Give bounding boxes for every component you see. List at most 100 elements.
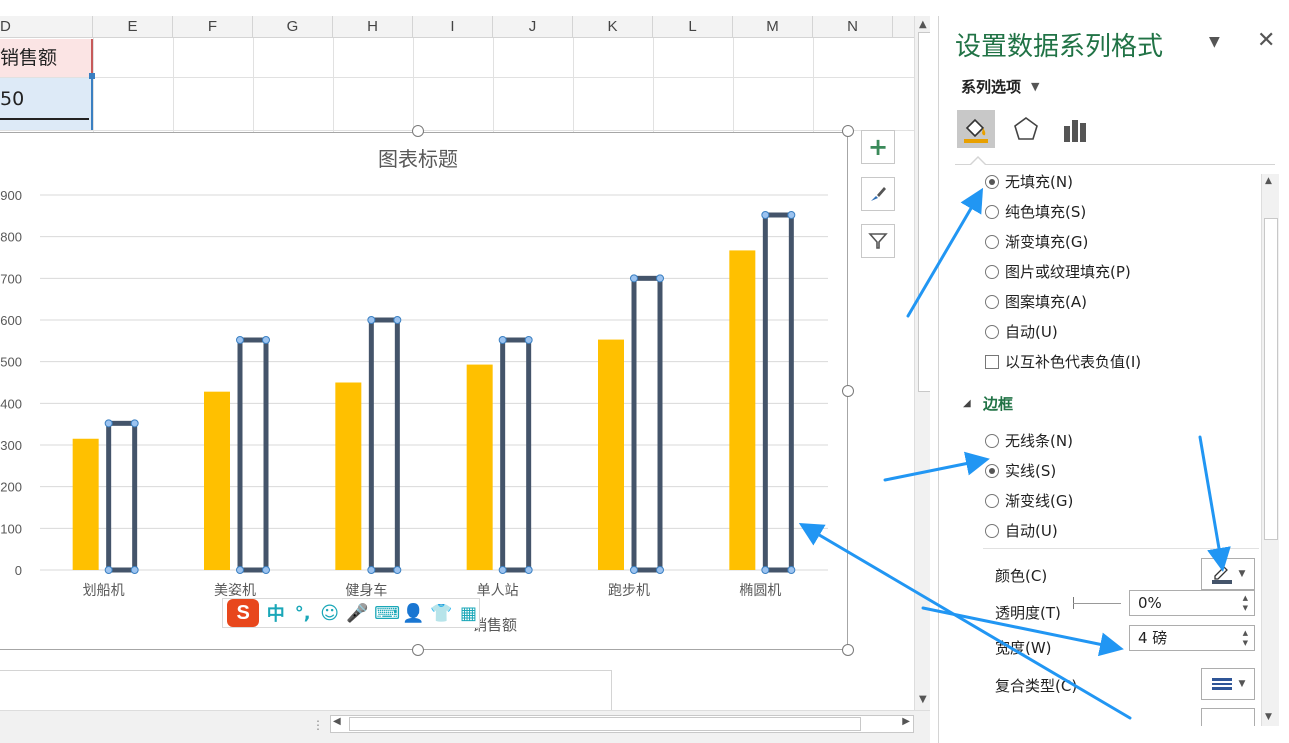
ime-keyboard-icon[interactable]: ⌨	[374, 603, 400, 624]
y-tick-label: 600	[0, 313, 22, 328]
radio-dot[interactable]	[985, 463, 999, 478]
spinner-icon[interactable]: ▲ ▼	[1243, 628, 1248, 648]
bar-series1	[729, 250, 756, 570]
resize-handle-top-right[interactable]	[842, 125, 854, 137]
split-handle-icon[interactable]: ⋮	[312, 718, 324, 732]
x-tick-label: 健身车	[345, 582, 387, 599]
scroll-up-icon[interactable]: ▲	[1265, 176, 1272, 186]
radio-no-line[interactable]: 无线条(N)	[985, 430, 1073, 451]
collapse-caret-icon[interactable]: ◢	[963, 398, 971, 409]
pane-scrollbar[interactable]: ▲ ▼	[1261, 174, 1279, 726]
resize-handle-bottom[interactable]	[412, 644, 424, 656]
radio-dot[interactable]	[985, 523, 999, 538]
radio-dot[interactable]	[985, 234, 999, 249]
pen-color-icon	[1211, 566, 1232, 584]
radio-solid-line[interactable]: 实线(S)	[985, 460, 1056, 481]
column-header-l[interactable]: L	[653, 16, 733, 38]
column-header-d[interactable]: D	[0, 16, 93, 38]
cell-d1[interactable]: 销售额	[0, 39, 93, 77]
ime-toolbox-icon[interactable]: ▦	[458, 603, 479, 624]
y-tick-label: 700	[0, 271, 22, 286]
ime-voice-icon[interactable]: 🎤	[346, 603, 368, 624]
chevron-down-icon[interactable]: ▼	[1031, 80, 1039, 93]
series-options-tab[interactable]	[1057, 110, 1095, 148]
column-header-h[interactable]: H	[333, 16, 413, 38]
radio-no-fill[interactable]: 无填充(N)	[985, 171, 1073, 192]
column-header-m[interactable]: M	[733, 16, 813, 38]
close-icon[interactable]: ✕	[1257, 28, 1275, 53]
column-header-n[interactable]: N	[813, 16, 893, 38]
color-picker-button[interactable]: ▼	[1201, 558, 1255, 590]
cell-d1-text: 销售额	[0, 47, 58, 69]
column-header-i[interactable]: I	[413, 16, 493, 38]
transparency-input[interactable]: 0% ▲ ▼	[1129, 590, 1255, 616]
chart-filters-button[interactable]	[861, 224, 895, 258]
border-section-header[interactable]: 边框	[983, 393, 1013, 414]
horizontal-scroll-thumb[interactable]	[349, 717, 861, 731]
dash-type-button[interactable]	[1201, 708, 1255, 726]
sogou-logo-icon[interactable]: S	[227, 599, 260, 627]
ime-emoji-icon[interactable]: ☺	[319, 603, 340, 624]
radio-picture-fill[interactable]: 图片或纹理填充(P)	[985, 261, 1131, 282]
transparency-slider[interactable]	[1073, 603, 1121, 604]
effects-tab[interactable]	[1007, 110, 1045, 148]
scroll-down-icon[interactable]: ▼	[1265, 712, 1272, 722]
chart-styles-button[interactable]	[861, 177, 895, 211]
option-label: 纯色填充(S)	[1005, 203, 1087, 221]
radio-solid-fill[interactable]: 纯色填充(S)	[985, 201, 1086, 222]
width-input[interactable]: 4 磅 ▲ ▼	[1129, 625, 1255, 651]
checkbox-invert-negative[interactable]: 以互补色代表负值(I)	[985, 351, 1141, 372]
column-header-e[interactable]: E	[93, 16, 173, 38]
scroll-down-icon[interactable]: ▼	[919, 694, 927, 705]
radio-pattern-fill[interactable]: 图案填充(A)	[985, 291, 1087, 312]
radio-dot[interactable]	[985, 174, 999, 189]
resize-handle-right[interactable]	[842, 385, 854, 397]
radio-auto-line[interactable]: 自动(U)	[985, 520, 1058, 541]
worksheet[interactable]: DEFGHIJKLMN 销售额 50 图表标题 0 100 200 300 400 500 6…	[0, 0, 930, 743]
selection-point	[787, 566, 796, 574]
pane-scroll-thumb[interactable]	[1264, 218, 1278, 540]
vertical-scroll-thumb[interactable]	[918, 32, 930, 392]
selection-point	[761, 211, 770, 219]
checkbox-box[interactable]	[985, 354, 999, 369]
radio-gradient-line[interactable]: 渐变线(G)	[985, 490, 1073, 511]
scroll-left-icon[interactable]: ◀	[333, 716, 341, 727]
radio-gradient-fill[interactable]: 渐变填充(G)	[985, 231, 1088, 252]
selection-point	[630, 566, 638, 574]
cell-d2[interactable]: 50	[0, 78, 93, 130]
column-header-f[interactable]: F	[173, 16, 253, 38]
spinner-icon[interactable]: ▲ ▼	[1243, 593, 1248, 613]
chart-area[interactable]: 图表标题 0 100 200 300 400 500 600 700 800 900 划船机 美姿机 健身…	[0, 132, 848, 650]
radio-auto-fill[interactable]: 自动(U)	[985, 321, 1058, 342]
radio-dot[interactable]	[985, 294, 999, 309]
ime-chinese-mode[interactable]: 中	[265, 600, 286, 626]
ime-punctuation-icon[interactable]: °,	[292, 603, 313, 624]
fill-line-tab[interactable]	[957, 110, 995, 148]
column-header-g[interactable]: G	[253, 16, 333, 38]
pane-options-caret-icon[interactable]: ▼	[1209, 34, 1220, 50]
grid-line	[493, 38, 494, 132]
resize-handle-top[interactable]	[412, 125, 424, 137]
radio-dot[interactable]	[985, 204, 999, 219]
radio-dot[interactable]	[985, 324, 999, 339]
horizontal-scrollbar[interactable]: ◀ ▶	[330, 715, 914, 733]
column-header-j[interactable]: J	[493, 16, 573, 38]
chart-plot[interactable]: 图表标题 0 100 200 300 400 500 600 700 800 900 划船机 美姿机 健身…	[0, 133, 848, 651]
radio-dot[interactable]	[985, 264, 999, 279]
compound-type-button[interactable]: ▼	[1201, 668, 1255, 700]
selection-point	[367, 566, 376, 574]
chart-elements-button[interactable]: +	[861, 130, 895, 164]
series-options-dropdown[interactable]: 系列选项	[961, 76, 1021, 97]
radio-dot[interactable]	[985, 493, 999, 508]
ime-user-icon[interactable]: 👤	[402, 603, 424, 624]
resize-handle-bottom-right[interactable]	[842, 644, 854, 656]
y-tick-label: 0	[15, 563, 22, 578]
scroll-up-icon[interactable]: ▲	[919, 19, 927, 30]
column-header-k[interactable]: K	[573, 16, 653, 38]
vertical-scrollbar[interactable]: ▲ ▼	[914, 16, 930, 710]
ime-toolbar[interactable]: S 中 °, ☺ 🎤 ⌨ 👤 👕 ▦	[222, 598, 480, 628]
scroll-right-icon[interactable]: ▶	[902, 716, 910, 727]
ime-skin-icon[interactable]: 👕	[430, 603, 452, 624]
radio-dot[interactable]	[985, 433, 999, 448]
fill-handle[interactable]	[89, 73, 95, 79]
